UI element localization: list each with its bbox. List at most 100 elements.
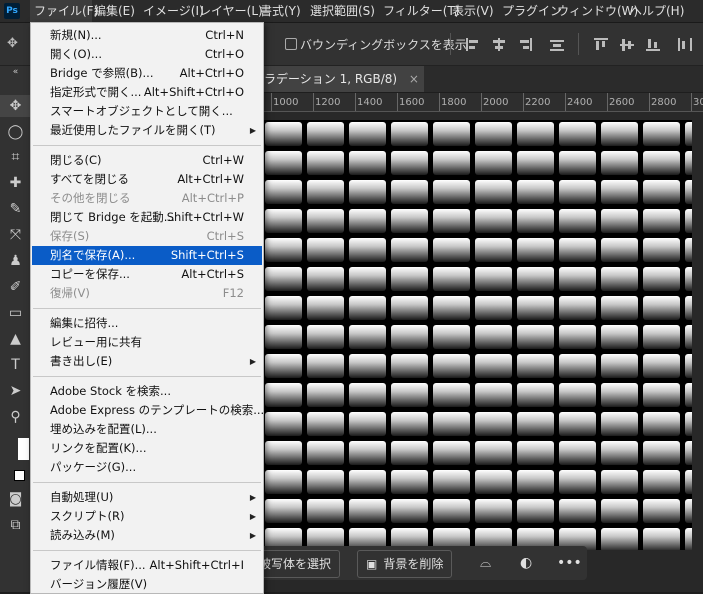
align-center-icon[interactable] [492,38,506,51]
menu-filter[interactable]: フィルター(T) [383,0,459,22]
adjustment-icon[interactable]: ◐ [520,550,532,576]
gradient-tile [433,470,470,494]
zoom-tool-icon[interactable]: ⚲ [0,406,31,428]
menu-image[interactable]: イメージ(I) [143,0,204,22]
gradient-tile [349,267,386,291]
path-selection-icon[interactable]: ➤ [0,380,31,402]
menu-item[interactable]: 指定形式で開く... Alt+Shift+Ctrl+O [32,83,262,102]
move-tool-icon[interactable]: ✥ [7,36,21,51]
gradient-tile [475,325,512,349]
menu-item[interactable]: 書き出し(E) ▶ [32,352,262,371]
quick-mask-icon[interactable]: ◙ [0,488,31,510]
menu-item[interactable]: バージョン履歴(V) [32,575,262,593]
menu-item[interactable]: 閉じる(C) Ctrl+W [32,151,262,170]
menu-layer[interactable]: レイヤー(L) [199,0,263,22]
screen-mode-icon[interactable]: ⧉ [0,514,31,536]
menu-item[interactable]: 開く(O)... Ctrl+O [32,45,262,64]
document-tab[interactable]: ラデーション 1, RGB/8) × [261,66,424,92]
menu-item-shortcut: F12 [222,286,244,300]
lasso-tool-icon[interactable]: ◯ [0,121,31,143]
menu-view[interactable]: 表示(V) [452,0,494,22]
foreground-color-swatch[interactable] [18,438,29,460]
gradient-tile [349,412,386,436]
gradient-tile [349,383,386,407]
crop-tool-icon[interactable]: ⌗ [0,146,31,168]
menu-help[interactable]: ヘルプ(H) [630,0,684,22]
menu-item-shortcut: Alt+Ctrl+S [181,267,244,281]
menu-item: 保存(S) Ctrl+S [32,227,262,246]
align-top-icon[interactable] [594,38,608,51]
menu-item-label: Adobe Stock を検索... [50,384,171,398]
gradient-tile [559,209,596,233]
menu-item[interactable]: 編集に招待... [32,314,262,333]
bounding-box-checkbox[interactable] [285,38,297,50]
menu-item[interactable]: スマートオブジェクトとして開く... [32,102,262,121]
gradient-tile [391,325,428,349]
more-options-icon[interactable]: ••• [557,550,582,576]
transform-icon[interactable]: ⌓ [480,550,491,576]
collapse-icon[interactable]: « [0,66,31,78]
gradient-tile [685,354,692,378]
menu-item[interactable]: ファイル情報(F)... Alt+Shift+Ctrl+I [32,556,262,575]
gradient-tile [643,122,680,146]
stamp-tool-icon[interactable]: ♟ [0,250,31,272]
align-left-icon[interactable] [466,38,480,51]
menu-type[interactable]: 書式(Y) [260,0,301,22]
menu-separator [33,550,261,551]
menu-edit[interactable]: 編集(E) [94,0,135,22]
remove-background-button[interactable]: ▣ 背景を削除 [357,550,453,578]
submenu-arrow-icon: ▶ [249,126,256,135]
menu-item-label: 閉じて Bridge を起動... [50,210,175,224]
menu-item[interactable]: 最近使用したファイルを開く(T) ▶ [32,121,262,140]
contextual-task-bar: 被写体を選択 ▣ 背景を削除 ⌓ ◐ ••• [250,546,587,580]
menu-item[interactable]: Adobe Express のテンプレートの検索... [32,401,263,420]
menu-item[interactable]: 読み込み(M) ▶ [32,526,262,545]
healing-brush-icon[interactable]: ✚ [0,172,31,194]
gradient-tool-icon[interactable]: ▭ [0,302,31,324]
menu-item[interactable]: 埋め込みを配置(L)... [32,420,262,439]
gradient-tile [349,354,386,378]
close-icon[interactable]: × [409,72,419,86]
align-vertical-distribute-icon[interactable] [678,38,692,51]
gradient-tile [643,209,680,233]
menu-item[interactable]: 閉じて Bridge を起動... Shift+Ctrl+W [32,208,262,227]
align-bottom-icon[interactable] [646,38,660,51]
gradient-tile [433,499,470,523]
gradient-tile [475,441,512,465]
gradient-tile [265,122,302,146]
menu-item-label: 自動処理(U) [50,490,114,504]
menu-item[interactable]: パッケージ(G)... [32,458,262,477]
gradient-tile [265,499,302,523]
menu-item-shortcut: Alt+Shift+Ctrl+O [143,85,244,99]
gradient-tile [265,296,302,320]
menu-item[interactable]: レビュー用に共有 [32,333,262,352]
align-middle-icon[interactable] [620,38,634,51]
clone-stamp-icon[interactable]: ⤧ [0,224,31,246]
move-tool-icon[interactable]: ✥ [0,95,31,117]
document-canvas[interactable] [262,120,692,550]
align-right-icon[interactable] [518,38,532,51]
menu-item[interactable]: Adobe Stock を検索... [32,382,262,401]
menu-item[interactable]: 別名で保存(A)... Shift+Ctrl+S [32,246,262,265]
menu-item[interactable]: コピーを保存... Alt+Ctrl+S [32,265,262,284]
menu-plugins[interactable]: プラグイン [502,0,562,22]
menu-item[interactable]: 自動処理(U) ▶ [32,488,262,507]
sharpen-tool-icon[interactable]: ▲ [0,328,31,350]
menu-item[interactable]: Bridge で参照(B)... Alt+Ctrl+O [32,64,262,83]
type-tool-icon[interactable]: T [0,354,31,376]
menu-window[interactable]: ウィンドウ(W) [557,0,638,22]
gradient-tile [265,238,302,262]
menu-item[interactable]: すべてを閉じる Alt+Ctrl+W [32,170,262,189]
gradient-tile [559,238,596,262]
gradient-tile [685,383,692,407]
menu-item[interactable]: 新規(N)... Ctrl+N [32,26,262,45]
menu-item[interactable]: スクリプト(R) ▶ [32,507,262,526]
menu-file[interactable]: ファイル(F) [30,0,98,22]
menu-item[interactable]: リンクを配置(K)... [32,439,262,458]
distribute-icon[interactable] [550,38,564,51]
brush-tool-icon[interactable]: ✎ [0,198,31,220]
gradient-tile [391,441,428,465]
menu-select[interactable]: 選択範囲(S) [310,0,375,22]
default-colors-icon[interactable] [14,470,25,481]
eraser-tool-icon[interactable]: ✐ [0,276,31,298]
